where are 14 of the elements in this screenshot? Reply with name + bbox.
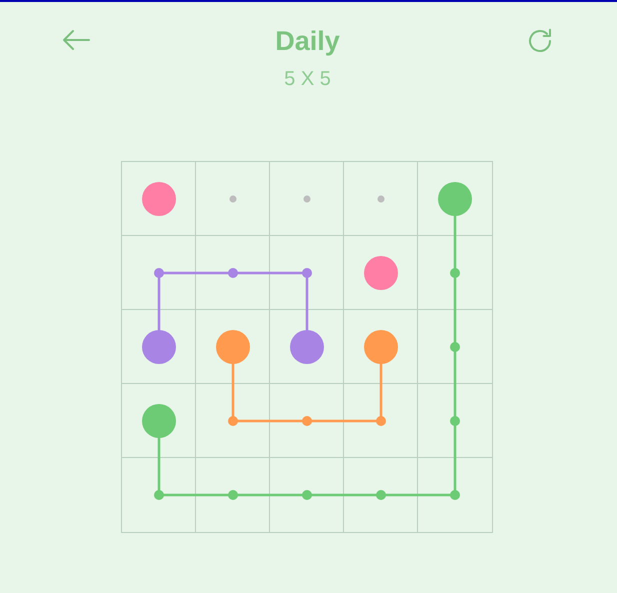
grid-size-label: 5 X 5 (284, 67, 331, 92)
puzzle-title: Daily (275, 25, 340, 58)
empty-dot[interactable] (377, 196, 384, 202)
back-arrow-icon (61, 28, 91, 52)
endpoint-dot[interactable] (364, 256, 398, 290)
endpoint-dot[interactable] (290, 330, 324, 364)
endpoint-dot[interactable] (142, 330, 176, 364)
endpoint-dot[interactable] (142, 182, 176, 216)
empty-dot[interactable] (229, 196, 236, 202)
endpoint-dot[interactable] (364, 330, 398, 364)
endpoint-dot[interactable] (142, 404, 176, 438)
endpoint-dot[interactable] (438, 182, 472, 216)
empty-dot[interactable] (303, 196, 310, 202)
endpoint-dot[interactable] (216, 330, 250, 364)
